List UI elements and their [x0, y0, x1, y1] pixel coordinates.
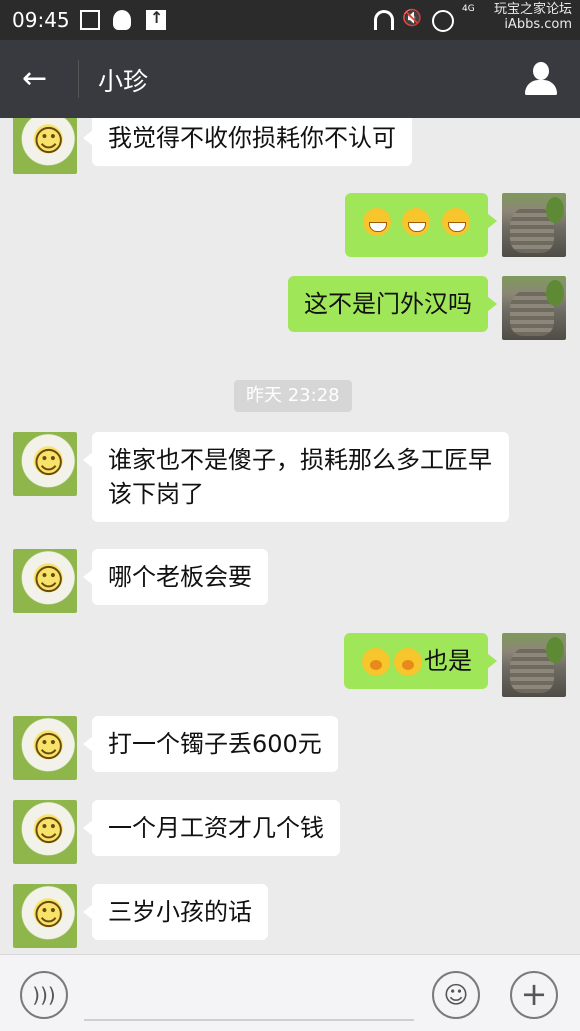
status-time: 09:45	[12, 8, 70, 32]
contact-avatar[interactable]	[13, 800, 77, 864]
headphones-icon	[374, 10, 394, 30]
smiley-icon: ☺	[443, 981, 469, 1009]
gallery-icon	[80, 10, 100, 30]
incoming-message[interactable]: 一个月工资才几个钱	[83, 800, 340, 856]
contact-avatar[interactable]	[13, 432, 77, 496]
watermark: 玩宝之家论坛 iAbbs.com	[494, 2, 572, 32]
incoming-message[interactable]: 打一个镯子丢600元	[83, 716, 338, 772]
emoji-button[interactable]: ☺	[432, 971, 480, 1019]
qq-icon	[113, 10, 131, 30]
user-icon	[533, 62, 549, 80]
contact-avatar[interactable]	[13, 716, 77, 780]
contact-avatar[interactable]	[13, 118, 77, 174]
input-bar: ))) ☺ +	[0, 954, 580, 1031]
message-timestamp: 昨天 23:28	[234, 380, 352, 412]
self-avatar[interactable]	[502, 633, 566, 697]
status-bar: 09:45 4G 玩宝之家论坛 iAbbs.com	[0, 0, 580, 40]
message-list[interactable]: 我觉得不收你损耗你不认可 这不是门外汉吗 昨天 23:28 谁家也不是傻子，损耗…	[0, 118, 580, 954]
cover-mouth-emoji-icon	[394, 648, 422, 676]
self-avatar[interactable]	[502, 193, 566, 257]
incoming-message[interactable]: 三岁小孩的话	[83, 884, 268, 940]
mute-icon	[402, 8, 422, 30]
incoming-message[interactable]: 谁家也不是傻子，损耗那么多工匠早该下岗了	[83, 432, 509, 522]
back-button[interactable]: ←	[22, 62, 56, 96]
network-label: 4G	[462, 4, 475, 14]
self-avatar[interactable]	[502, 276, 566, 340]
outgoing-message-text: 也是	[424, 647, 472, 675]
cover-mouth-emoji-icon	[362, 648, 390, 676]
chat-header: ← 小珍	[0, 40, 580, 118]
more-button[interactable]: +	[510, 971, 558, 1019]
voice-icon: )))	[32, 983, 56, 1007]
grin-emoji-icon	[442, 208, 470, 236]
outgoing-message[interactable]	[344, 193, 498, 257]
header-divider	[78, 60, 79, 98]
contact-avatar[interactable]	[13, 549, 77, 613]
incoming-message[interactable]: 哪个老板会要	[83, 549, 268, 605]
arrow-left-icon: ←	[22, 61, 48, 96]
grin-emoji-icon	[362, 208, 391, 236]
watermark-line1: 玩宝之家论坛	[493, 2, 572, 17]
watermark-line2: iAbbs.com	[504, 17, 572, 32]
voice-button[interactable]: )))	[20, 971, 68, 1019]
grin-emoji-icon	[402, 208, 431, 236]
contact-avatar[interactable]	[13, 884, 77, 948]
incoming-message[interactable]: 我觉得不收你损耗你不认可	[83, 118, 412, 166]
chat-title: 小珍	[98, 67, 149, 96]
alarm-icon	[432, 10, 454, 32]
message-input[interactable]	[84, 969, 414, 1021]
profile-button[interactable]	[524, 62, 558, 96]
upload-icon	[146, 8, 166, 30]
outgoing-message[interactable]: 这不是门外汉吗	[288, 276, 497, 332]
plus-icon: +	[520, 975, 548, 1013]
outgoing-message[interactable]: 也是	[344, 633, 497, 689]
